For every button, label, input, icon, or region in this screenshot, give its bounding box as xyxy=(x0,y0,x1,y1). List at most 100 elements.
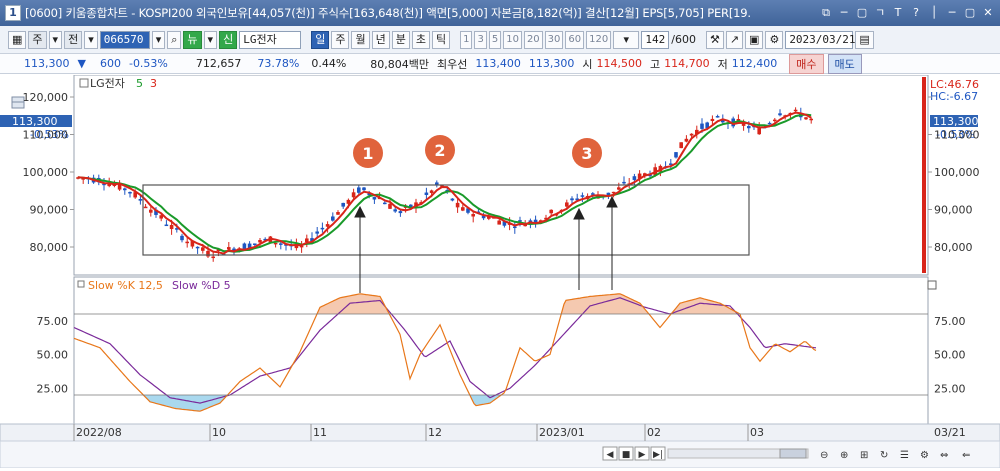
candle xyxy=(398,211,403,214)
minute-1[interactable]: 1 xyxy=(460,30,473,49)
stoch-tick-right: 75.00 xyxy=(934,315,966,328)
minimize2-icon[interactable]: ─ xyxy=(944,5,960,21)
settings-icon[interactable]: ⚙ xyxy=(920,450,929,461)
hc-label: HC:-6.67 xyxy=(930,90,978,103)
field-select[interactable]: 전 xyxy=(64,30,83,49)
list-icon[interactable]: ☰ xyxy=(900,450,909,461)
x-axis-label: 2023/01 xyxy=(539,426,585,439)
candle xyxy=(372,197,377,200)
help-icon[interactable]: ? xyxy=(908,5,924,21)
indicator-icon[interactable]: ⚒ xyxy=(705,30,724,49)
candle xyxy=(580,195,585,197)
candle xyxy=(429,190,434,193)
chevron-down-icon[interactable]: ▾ xyxy=(151,30,166,49)
stock-name-field[interactable]: LG전자 xyxy=(239,30,302,49)
credit-badge[interactable]: 신 xyxy=(219,30,238,49)
grid-icon[interactable]: ▦ xyxy=(8,30,27,49)
candle xyxy=(258,240,262,243)
interval-day[interactable]: 일 xyxy=(311,30,330,49)
close-icon[interactable]: ✕ xyxy=(980,5,996,21)
calendar-icon[interactable]: ▤ xyxy=(855,30,874,49)
chevron-down-icon[interactable]: ▾ xyxy=(48,30,63,49)
restore-icon[interactable]: ⧉ xyxy=(818,5,834,21)
interval-year[interactable]: 년 xyxy=(371,30,390,49)
gear-icon[interactable]: ⚙ xyxy=(765,30,784,49)
legend-ma2: 3 xyxy=(150,77,157,90)
zoom-out-icon[interactable]: ⊖ xyxy=(820,450,828,461)
svg-text:3: 3 xyxy=(581,144,592,163)
svg-text:◀: ◀ xyxy=(607,450,614,460)
interval-week[interactable]: 주 xyxy=(331,30,350,49)
maximize-icon[interactable]: ▢ xyxy=(854,5,870,21)
stoch-panel-close-icon[interactable] xyxy=(927,280,937,290)
count-input[interactable]: 142 xyxy=(641,30,670,49)
candle xyxy=(513,226,517,229)
interval-second[interactable]: 초 xyxy=(411,30,430,49)
minute-3[interactable]: 3 xyxy=(474,30,487,49)
svg-text:2: 2 xyxy=(434,141,445,160)
stoch-legend-d: Slow %D 5 xyxy=(172,279,231,292)
draw-icon[interactable]: ↗ xyxy=(725,30,744,49)
stock-code-input[interactable]: 066570 xyxy=(99,30,150,49)
candle xyxy=(357,187,361,193)
date-input[interactable]: 2023/03/21 xyxy=(785,30,856,49)
chevron-down-icon[interactable]: ▾ xyxy=(84,30,98,49)
maximize2-icon[interactable]: ▢ xyxy=(962,5,978,21)
scroll-bar[interactable] xyxy=(0,440,1000,469)
reset-icon[interactable]: ↻ xyxy=(880,450,888,461)
candle xyxy=(455,202,460,208)
price-tick-right: 90,000 xyxy=(934,204,973,217)
candle xyxy=(565,202,569,207)
stoch-tick-left: 25.00 xyxy=(37,382,69,395)
save-icon[interactable]: ▣ xyxy=(745,30,764,49)
pin-icon[interactable]: ㄱ xyxy=(872,5,888,21)
svg-text:▶: ▶ xyxy=(639,450,646,460)
stoch-tick-right: 50.00 xyxy=(934,349,966,362)
chevron-down-icon[interactable]: ▾ xyxy=(203,30,218,49)
minute-120[interactable]: 120 xyxy=(586,30,612,49)
scroll-thumb[interactable] xyxy=(779,448,807,459)
right-price-label: 113,300 xyxy=(933,115,979,128)
buy-button[interactable]: 매수 xyxy=(789,53,824,74)
price-tick-right: 100,000 xyxy=(934,166,980,179)
candle xyxy=(767,122,772,125)
candle xyxy=(710,118,715,122)
candle xyxy=(778,113,782,116)
quote-pref-sell: 113,400 xyxy=(475,57,521,70)
zoom-in-icon[interactable]: ⊕ xyxy=(840,450,848,461)
quote-low-label: 저 xyxy=(717,57,728,71)
candle xyxy=(325,224,330,227)
x-axis-label: 03 xyxy=(750,426,764,439)
chart-area[interactable]: LG전자 5 3 113,300 -0.53% LC:46.76 HC:-6.6… xyxy=(0,74,1000,469)
minute-20[interactable]: 20 xyxy=(523,30,543,49)
news-button[interactable]: 뉴 xyxy=(183,30,202,49)
right-edge-marker xyxy=(922,77,926,273)
minute-30[interactable]: 30 xyxy=(544,30,564,49)
interval-minute[interactable]: 분 xyxy=(391,30,410,49)
quote-pref-label: 최우선 xyxy=(437,57,468,71)
minute-custom-input[interactable]: ▾ xyxy=(613,30,640,49)
svg-text:1: 1 xyxy=(362,144,373,163)
stock-chart[interactable]: LG전자 5 3 113,300 -0.53% LC:46.76 HC:-6.6… xyxy=(0,74,1000,469)
candle xyxy=(242,243,247,249)
candle xyxy=(383,202,387,205)
minute-10[interactable]: 10 xyxy=(503,30,522,49)
interval-tick[interactable]: 틱 xyxy=(431,30,451,49)
expand-icon[interactable]: ⇔ xyxy=(940,450,948,461)
price-tick-right: 80,000 xyxy=(934,241,973,254)
shrink-icon[interactable]: ⇐ xyxy=(962,450,970,461)
candle xyxy=(700,123,704,129)
minute-60[interactable]: 60 xyxy=(565,30,585,49)
legend-toggle-icon[interactable] xyxy=(79,78,89,88)
minimize-icon[interactable]: ─ xyxy=(836,5,852,21)
font-icon[interactable]: T xyxy=(890,5,906,21)
search-icon[interactable]: ⌕ xyxy=(167,30,182,49)
candle xyxy=(773,119,777,122)
interval-month[interactable]: 월 xyxy=(351,30,370,49)
stoch-legend-toggle-icon[interactable] xyxy=(77,280,85,288)
fit-icon[interactable]: ⊞ xyxy=(860,450,868,461)
period-select[interactable]: 주 xyxy=(28,30,47,49)
minute-5[interactable]: 5 xyxy=(488,30,502,49)
sell-button[interactable]: 매도 xyxy=(827,53,862,74)
marker-2: 2 xyxy=(425,135,455,165)
